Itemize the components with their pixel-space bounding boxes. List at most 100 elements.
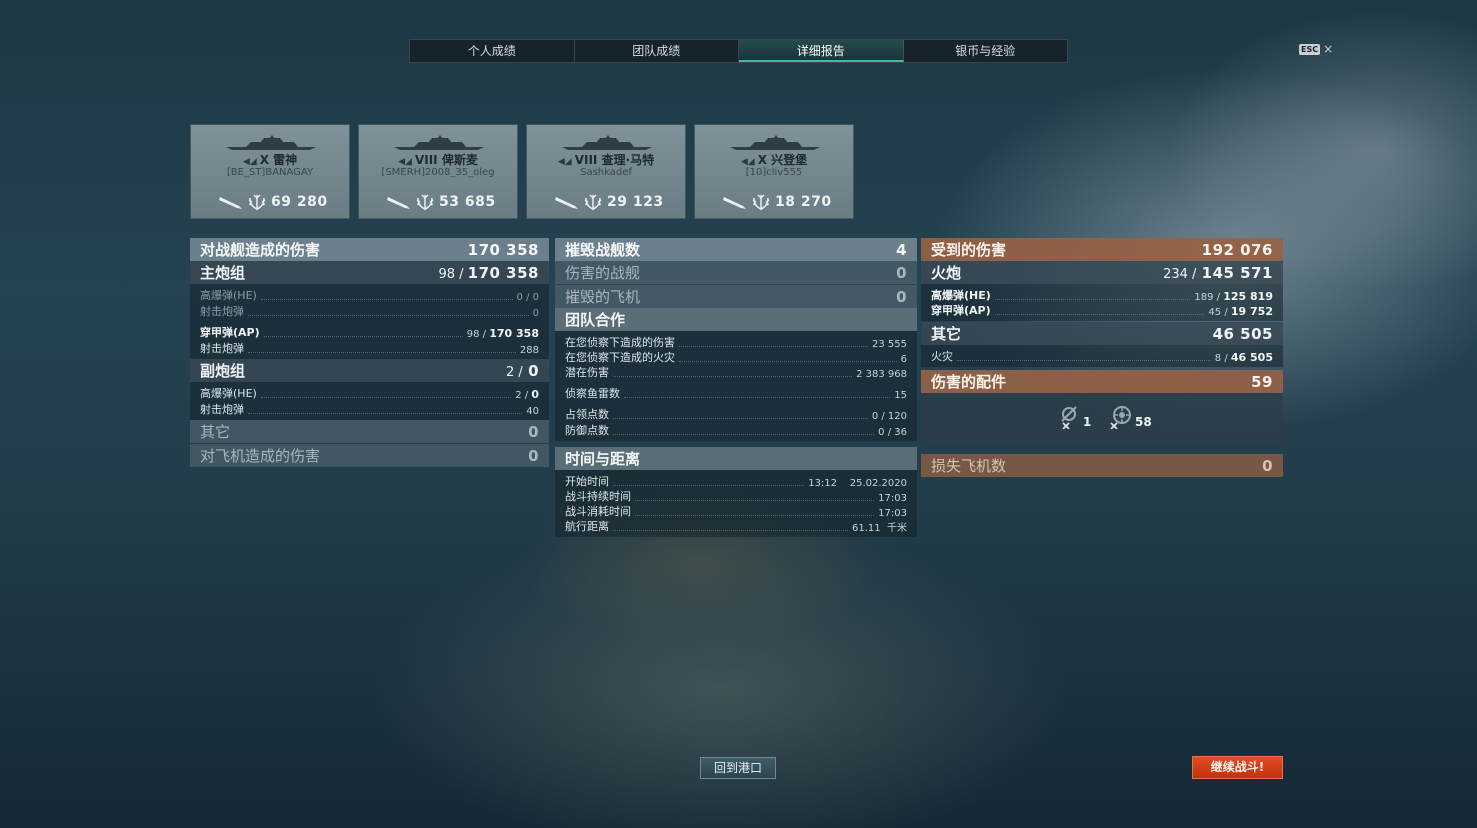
tab-detailed-report[interactable]: 详细报告 [739,40,904,62]
secondary-battery-hits: 2 / [506,364,523,380]
close-button[interactable]: ESC × [1299,42,1333,56]
team-line-label: 防御点数 [565,424,609,437]
received-other-value: 46 505 [1212,324,1273,343]
torpedo-icon [387,197,410,209]
ship-tier: X [259,153,269,167]
laurel-icon [584,194,602,210]
player-name: Sashkadef [580,167,632,178]
top-ship-card[interactable]: ◀◢ X 兴登堡 [10]cliv555 18 270 [694,124,854,219]
ship-tier: VIII [574,153,598,167]
ship-silhouette-icon [226,135,316,150]
ship-damage-label: 对战舰造成的伤害 [200,241,321,259]
secondary-he-value: 0 [531,388,539,401]
ship-name: ◀◢ VIII 俾斯麦 [359,151,517,168]
artillery-hits: 234 / [1163,266,1197,282]
received-damage-header: 受到的伤害 192 076 [921,238,1283,261]
torpedo-icon [723,197,746,209]
ship-class-icon: ◀◢ [398,157,412,167]
artillery-header: 火炮 234 / 145 571 [921,261,1283,284]
ships-destroyed-value: 4 [896,240,907,259]
secondary-he-hits: 2 / [515,390,529,401]
time-line-label: 开始时间 [565,475,609,488]
teamwork-header: 团队合作 [555,308,917,331]
ship-name-text: 查理·马特 [601,153,655,167]
artillery-details: 高爆弹(HE) 189 / 125 819 穿甲弹(AP) 45 / 19 752 [921,284,1283,321]
other-damage-label: 其它 [200,423,231,441]
ship-damage: 69 280 [271,194,328,210]
received-he-hits: 189 / [1194,292,1221,303]
secondary-shots-label: 射击炮弹 [200,403,244,416]
planes-destroyed-header: 摧毁的飞机 0 [555,285,917,308]
time-line-value: 61.11 千米 [852,523,907,534]
main-battery-label: 主炮组 [200,264,246,282]
top-ship-card[interactable]: ◀◢ X 雷神 [BE_ST]BANAGAY 69 280 [190,124,350,219]
damaged-modules-label: 伤害的配件 [931,373,1007,391]
secondary-battery-header: 副炮组 2 / 0 [190,359,549,382]
team-line-value: 2 383 968 [856,369,907,380]
planes-destroyed-label: 摧毁的飞机 [565,288,641,306]
ship-damage-stats: 69 280 [219,193,328,211]
time-line-label: 战斗消耗时间 [565,505,631,518]
ship-silhouette-icon [394,135,484,150]
team-line-label: 在您侦察下造成的伤害 [565,336,675,349]
results-column: 摧毁战舰数 4 伤害的战舰 0 摧毁的飞机 0 团队合作 在您侦察下造成的伤害 2… [555,238,917,537]
main-ap-hits: 98 / [466,329,487,340]
planes-lost-label: 损失飞机数 [931,457,1007,475]
tab-team[interactable]: 团队成绩 [575,40,739,62]
continue-battle-button[interactable]: 继续战斗! [1192,756,1283,779]
planes-lost-header: 损失飞机数 0 [921,454,1283,477]
top-ship-card[interactable]: ◀◢ VIII 俾斯麦 [SMERH]2008_35_oleg 53 685 [358,124,518,219]
team-line-value: 0 / 36 [878,427,907,438]
team-line-label: 在您侦察下造成的火灾 [565,351,675,364]
main-he-shots-value: 0 [532,308,539,319]
ships-destroyed-label: 摧毁战舰数 [565,241,641,259]
aircraft-damage-header: 对飞机造成的伤害 0 [190,444,549,467]
main-battery-hits: 98 [438,266,455,282]
time-line-label: 航行距离 [565,520,609,533]
team-line-value: 15 [894,390,907,401]
tab-personal[interactable]: 个人成绩 [410,40,575,62]
secondary-shots-value: 40 [526,406,539,417]
ship-damage: 53 685 [439,194,496,210]
ship-class-icon: ◀◢ [242,157,257,167]
received-damage-label: 受到的伤害 [931,241,1007,259]
ship-name-text: 雷神 [273,153,298,167]
team-line-label: 占领点数 [565,408,609,421]
received-damage-value: 192 076 [1201,240,1273,259]
ships-destroyed-header: 摧毁战舰数 4 [555,238,917,261]
team-line-value: 23 555 [872,339,907,350]
damage-dealt-column: 对战舰造成的伤害 170 358 主炮组 98 / 170 358 高爆弹(HE… [190,238,549,467]
ship-tier: VIII [414,153,438,167]
damaged-turret-icon [1110,406,1131,429]
torpedo-icon [219,197,242,209]
received-ap-hits: 45 / [1208,307,1228,318]
team-line-value: 6 [900,354,907,365]
module-count: 1 [1083,415,1092,429]
ship-damage: 29 123 [607,194,664,210]
fire-label: 火灾 [931,350,953,363]
teamwork-label: 团队合作 [565,311,626,329]
ship-name-text: 俾斯麦 [441,153,478,167]
laurel-icon [416,194,434,210]
aircraft-damage-value: 0 [528,446,539,465]
esc-key-icon: ESC [1299,43,1321,55]
secondary-battery-label: 副炮组 [200,362,246,380]
time-distance-details: 开始时间 13:12 25.02.2020 战斗持续时间 17:03 战斗消耗时间 1… [555,470,917,537]
player-name: [10]cliv555 [745,167,803,178]
damaged-module-icon [1061,406,1077,429]
tab-credits-xp[interactable]: 银币与经验 [904,40,1068,62]
fire-value: 46 505 [1230,351,1273,364]
teamwork-details: 在您侦察下造成的伤害 23 555 在您侦察下造成的火灾 6 潜在伤害 2 383 9… [555,331,917,441]
ship-tier: X [757,153,767,167]
ship-class-icon: ◀◢ [740,157,755,167]
top-ship-card[interactable]: ◀◢ VIII 查理·马特 Sashkadef 29 123 [526,124,686,219]
secondary-he-label: 高爆弹(HE) [200,387,257,400]
ship-damage-stats: 18 270 [723,193,832,211]
time-distance-header: 时间与距离 [555,447,917,470]
torpedo-icon [555,197,578,209]
ship-damage: 18 270 [775,194,832,210]
ship-damage-value: 170 358 [467,240,539,259]
main-ap-label: 穿甲弹(AP) [200,326,260,339]
ship-name: ◀◢ VIII 查理·马特 [527,151,685,168]
return-to-port-button[interactable]: 回到港口 [700,757,776,779]
